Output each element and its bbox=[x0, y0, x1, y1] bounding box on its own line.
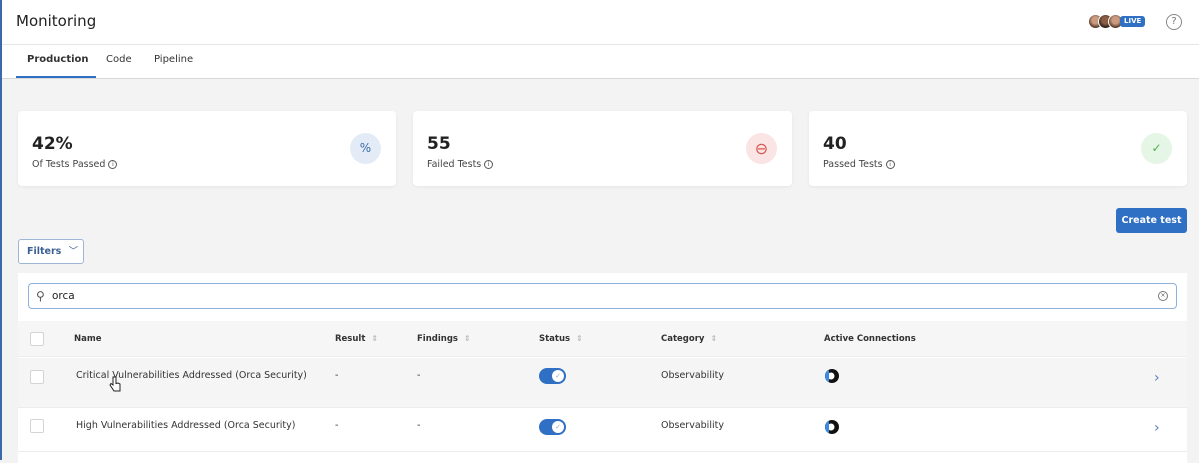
chevron-down-icon: ﹀ bbox=[68, 246, 79, 257]
test-findings: - bbox=[417, 420, 421, 431]
stat-card-passed: 40 Passed Tests i ✓ bbox=[809, 111, 1187, 186]
active-users[interactable]: LIVE bbox=[1088, 14, 1146, 29]
column-label: Category bbox=[661, 334, 705, 344]
app-header: Monitoring LIVE ? bbox=[2, 0, 1199, 45]
chevron-right-icon[interactable]: › bbox=[1154, 420, 1160, 436]
sort-icon[interactable]: ⇕ bbox=[371, 334, 378, 343]
column-status[interactable]: Status ⇕ bbox=[539, 334, 583, 344]
column-label: Result bbox=[335, 334, 366, 344]
search-input[interactable]: ⚲ orca × bbox=[28, 283, 1177, 309]
stat-value: 42% bbox=[32, 134, 73, 154]
stat-label-text: Failed Tests bbox=[427, 159, 482, 170]
test-result: - bbox=[335, 370, 339, 381]
table-row[interactable]: Critical Vulnerabilities Addressed (Orca… bbox=[18, 358, 1187, 408]
tab-bar: Production Code Pipeline bbox=[2, 45, 1199, 79]
stat-value: 40 bbox=[823, 134, 847, 154]
stat-value: 55 bbox=[427, 134, 451, 154]
test-name[interactable]: High Vulnerabilities Addressed (Orca Sec… bbox=[76, 420, 295, 431]
select-all-checkbox[interactable] bbox=[30, 332, 44, 346]
chevron-right-icon[interactable]: › bbox=[1154, 370, 1160, 386]
test-result: - bbox=[335, 420, 339, 431]
search-icon: ⚲ bbox=[36, 289, 45, 303]
page-title: Monitoring bbox=[16, 12, 97, 30]
info-icon[interactable]: i bbox=[885, 160, 895, 169]
percent-icon: % bbox=[350, 133, 381, 164]
status-toggle[interactable]: ✓ bbox=[539, 419, 566, 435]
check-icon: ✓ bbox=[552, 421, 564, 433]
row-checkbox[interactable] bbox=[30, 419, 44, 433]
check-icon: ✓ bbox=[552, 370, 564, 382]
info-icon[interactable]: i bbox=[108, 160, 118, 169]
column-result[interactable]: Result ⇕ bbox=[335, 334, 378, 344]
active-tab-indicator bbox=[16, 76, 96, 78]
stat-card-failed: 55 Failed Tests i ⊖ bbox=[413, 111, 792, 186]
table-header: Name Result ⇕ Findings ⇕ Status ⇕ Category ⇕… bbox=[18, 321, 1187, 357]
filters-button[interactable]: Filters ﹀ bbox=[18, 239, 84, 264]
column-label: Status bbox=[539, 334, 571, 344]
orca-connection-icon bbox=[825, 369, 839, 383]
column-category[interactable]: Category ⇕ bbox=[661, 334, 717, 344]
tab-production[interactable]: Production bbox=[27, 54, 89, 65]
search-value: orca bbox=[52, 290, 75, 302]
stat-label-text: Passed Tests bbox=[823, 159, 883, 170]
stat-label: Failed Tests i bbox=[427, 159, 494, 170]
tests-table-panel: ⚲ orca × Name Result ⇕ Findings ⇕ Status ⇕ … bbox=[18, 273, 1187, 463]
test-category: Observability bbox=[661, 370, 724, 381]
test-category: Observability bbox=[661, 420, 724, 431]
row-checkbox[interactable] bbox=[30, 370, 44, 384]
sort-icon[interactable]: ⇕ bbox=[464, 334, 471, 343]
check-circle-icon: ✓ bbox=[1141, 133, 1172, 164]
help-icon[interactable]: ? bbox=[1166, 14, 1182, 30]
sort-icon[interactable]: ⇕ bbox=[576, 334, 583, 343]
table-row[interactable]: High Vulnerabilities Addressed (Orca Sec… bbox=[18, 408, 1187, 452]
hand-cursor-icon bbox=[109, 376, 121, 392]
column-name[interactable]: Name bbox=[74, 334, 101, 344]
column-active-connections: Active Connections bbox=[824, 334, 916, 344]
filters-label: Filters bbox=[27, 246, 62, 257]
tab-pipeline[interactable]: Pipeline bbox=[154, 54, 193, 65]
test-findings: - bbox=[417, 370, 421, 381]
live-badge: LIVE bbox=[1120, 16, 1146, 27]
info-icon[interactable]: i bbox=[484, 160, 494, 169]
stat-label: Passed Tests i bbox=[823, 159, 895, 170]
minus-circle-icon: ⊖ bbox=[746, 133, 777, 164]
stat-label: Of Tests Passed i bbox=[32, 159, 118, 170]
stat-card-pass-rate: 42% Of Tests Passed i % bbox=[18, 111, 396, 186]
clear-search-icon[interactable]: × bbox=[1158, 291, 1168, 301]
create-test-button[interactable]: Create test bbox=[1116, 208, 1187, 233]
orca-connection-icon bbox=[825, 420, 839, 434]
tab-code[interactable]: Code bbox=[106, 54, 132, 65]
status-toggle[interactable]: ✓ bbox=[539, 368, 566, 384]
stat-label-text: Of Tests Passed bbox=[32, 159, 106, 170]
column-label: Findings bbox=[417, 334, 458, 344]
column-findings[interactable]: Findings ⇕ bbox=[417, 334, 471, 344]
sort-icon[interactable]: ⇕ bbox=[710, 334, 717, 343]
